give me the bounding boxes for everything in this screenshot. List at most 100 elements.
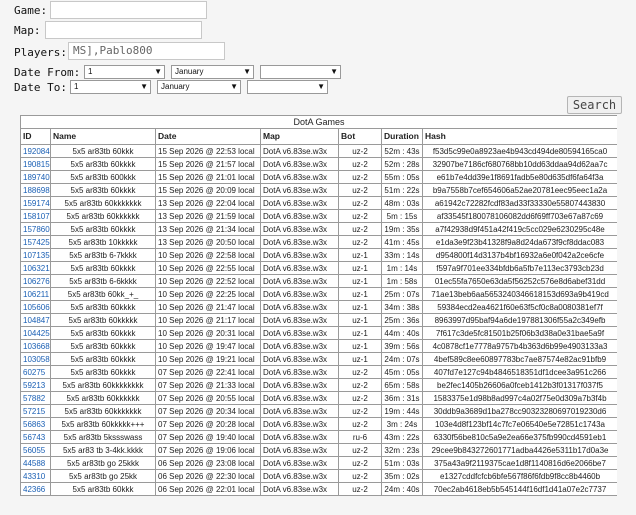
game-map-cell: DotA v6.83se.w3x [260,469,339,483]
game-id-cell: 57215 [20,404,51,418]
date-from-day-select[interactable]: 1 ▼ [84,65,165,79]
game-date-cell: 10 Sep 2026 @ 21:17 local [155,313,261,327]
game-id-link[interactable]: 56055 [23,446,45,455]
game-id-link[interactable]: 104847 [23,316,50,325]
table-row: 56863 5x5 ar83tb 60kkkkk+++ 07 Sep 2026 @ … [20,417,617,431]
game-duration-cell: 51m : 22s [381,183,423,197]
game-name-cell: 5x5 ar83tb 6-6kkkk [50,274,156,288]
game-id-link[interactable]: 106321 [23,264,50,273]
game-duration-cell: 1m : 14s [381,261,423,275]
game-bot-cell: uz-2 [338,209,382,223]
game-bot-cell: uz-2 [338,157,382,171]
game-hash-cell: 1583375e1d98b8ad997c4a02f75e0d309a7b3f4b [421,391,617,405]
game-id-cell: 158107 [20,209,51,223]
game-hash-cell: 32907be7186cf680768bb10dd63ddaa94d62aa7c [421,157,617,171]
header-map: Map [260,128,339,145]
game-id-link[interactable]: 57215 [23,407,45,416]
game-id-link[interactable]: 106276 [23,277,50,286]
game-name-cell: 5x5 ar83tb 60kkkkkkkk [50,378,156,392]
game-duration-cell: 35m : 02s [381,469,423,483]
game-id-link[interactable]: 42366 [23,485,45,494]
game-name-cell: 5x5 ar83tb 60kkkkkkk [50,404,156,418]
game-id-link[interactable]: 158107 [23,212,50,221]
game-duration-cell: 48m : 03s [381,196,423,210]
game-duration-cell: 1m : 58s [381,274,423,288]
game-id-link[interactable]: 106211 [23,290,49,299]
date-to-day-select[interactable]: 1 ▼ [70,80,151,94]
game-id-link[interactable]: 192084 [23,147,50,156]
game-map-cell: DotA v6.83se.w3x [260,170,339,184]
game-id-link[interactable]: 56863 [23,420,45,429]
game-id-link[interactable]: 157860 [23,225,50,234]
game-duration-cell: 24m : 40s [381,482,423,496]
game-name-cell: 5x5 ar83tb 60kkkk [50,339,156,353]
game-name-cell: 5x5 ar83tb 5kssswass [50,430,156,444]
table-row: 57882 5x5 ar83tb 60kkkkkk 07 Sep 2026 @ 20… [20,391,617,405]
game-hash-cell: e1da3e9f23b41328f9a8d24da673f9cf8ddac083 [421,235,617,249]
date-to-row: Date To: [14,77,67,97]
game-hash-cell: 103e4d8f123bf14c7fc7e06540e5e72851c1743a [421,417,617,431]
map-label: Map: [14,23,41,37]
game-date-cell: 10 Sep 2026 @ 22:58 local [155,248,261,262]
game-name-cell: 5x5 ar83tb 60kkkk [50,222,156,236]
date-to-year-select[interactable]: ▼ [247,80,328,94]
game-id-link[interactable]: 103668 [23,342,50,351]
game-id-link[interactable]: 157425 [23,238,50,247]
game-input[interactable] [50,1,207,19]
game-duration-cell: 41m : 45s [381,235,423,249]
game-bot-cell: uz-1 [338,352,382,366]
games-table: DotA Games ID Name Date Map Bot Duration… [20,115,617,496]
search-button[interactable]: Search [567,96,622,114]
game-id-link[interactable]: 188698 [23,186,50,195]
game-name-cell: 5x5 ar83tb 60kkk [50,482,156,496]
game-id-link[interactable]: 104425 [23,329,50,338]
game-bot-cell: uz-2 [338,404,382,418]
game-bot-cell: uz-2 [338,235,382,249]
game-id-link[interactable]: 189740 [23,173,50,182]
game-id-link[interactable]: 59213 [23,381,45,390]
game-date-cell: 10 Sep 2026 @ 20:31 local [155,326,261,340]
game-map-cell: DotA v6.83se.w3x [260,248,339,262]
game-id-link[interactable]: 105606 [23,303,50,312]
game-hash-cell: b9a7558b7cef654606a52ae20781eec95eec1a2a [421,183,617,197]
map-input[interactable] [45,21,202,39]
game-id-link[interactable]: 103058 [23,355,50,364]
table-row: 106321 5x5 ar83tb 60kkkk 10 Sep 2026 @ 22:… [20,261,617,275]
game-duration-cell: 3m : 24s [381,417,423,431]
game-id-link[interactable]: 44588 [23,459,45,468]
game-id-link[interactable]: 43310 [23,472,45,481]
game-map-cell: DotA v6.83se.w3x [260,443,339,457]
game-id-cell: 188698 [20,183,51,197]
game-id-link[interactable]: 56743 [23,433,45,442]
game-name-cell: 5x5 ar83tb go 25kk [50,469,156,483]
game-name-cell: 5x5 ar83tb 6-7kkkk [50,248,156,262]
game-id-link[interactable]: 159174 [23,199,50,208]
table-row: 57215 5x5 ar83tb 60kkkkkkk 07 Sep 2026 @ 2… [20,404,617,418]
date-from-year-select[interactable]: ▼ [260,65,341,79]
game-map-cell: DotA v6.83se.w3x [260,209,339,223]
game-id-link[interactable]: 57882 [23,394,45,403]
game-duration-cell: 33m : 14s [381,248,423,262]
game-id-cell: 56055 [20,443,51,457]
date-to-month-select[interactable]: January ▼ [157,80,241,94]
game-id-link[interactable]: 107135 [23,251,50,260]
game-bot-cell: uz-1 [338,300,382,314]
game-map-cell: DotA v6.83se.w3x [260,365,339,379]
date-from-month-select[interactable]: January ▼ [171,65,254,79]
chevron-down-icon: ▼ [154,67,162,76]
game-date-cell: 06 Sep 2026 @ 22:01 local [155,482,261,496]
game-hash-cell: af33545f180078106082dd6f69ff703e67a87c69 [421,209,617,223]
game-hash-cell: a61942c72282fcdf83ad33f33330e55807443830 [421,196,617,210]
game-name-cell: 5x5 ar83tb 60kkkkkk [50,391,156,405]
game-date-cell: 06 Sep 2026 @ 22:30 local [155,469,261,483]
game-id-cell: 189740 [20,170,51,184]
game-id-link[interactable]: 60275 [23,368,45,377]
game-hash-cell: 70ec2ab4618eb5b545144f16df1d41a07e2c7737 [421,482,617,496]
game-id-link[interactable]: 190815 [23,160,50,169]
game-date-cell: 06 Sep 2026 @ 23:08 local [155,456,261,470]
game-id-cell: 42366 [20,482,51,496]
game-duration-cell: 19m : 44s [381,404,423,418]
game-hash-cell: 8963997d95baf94a6de197881306f55a2c349efb [421,313,617,327]
players-input[interactable]: MS],Pablo800 [68,42,225,60]
game-id-cell: 157425 [20,235,51,249]
